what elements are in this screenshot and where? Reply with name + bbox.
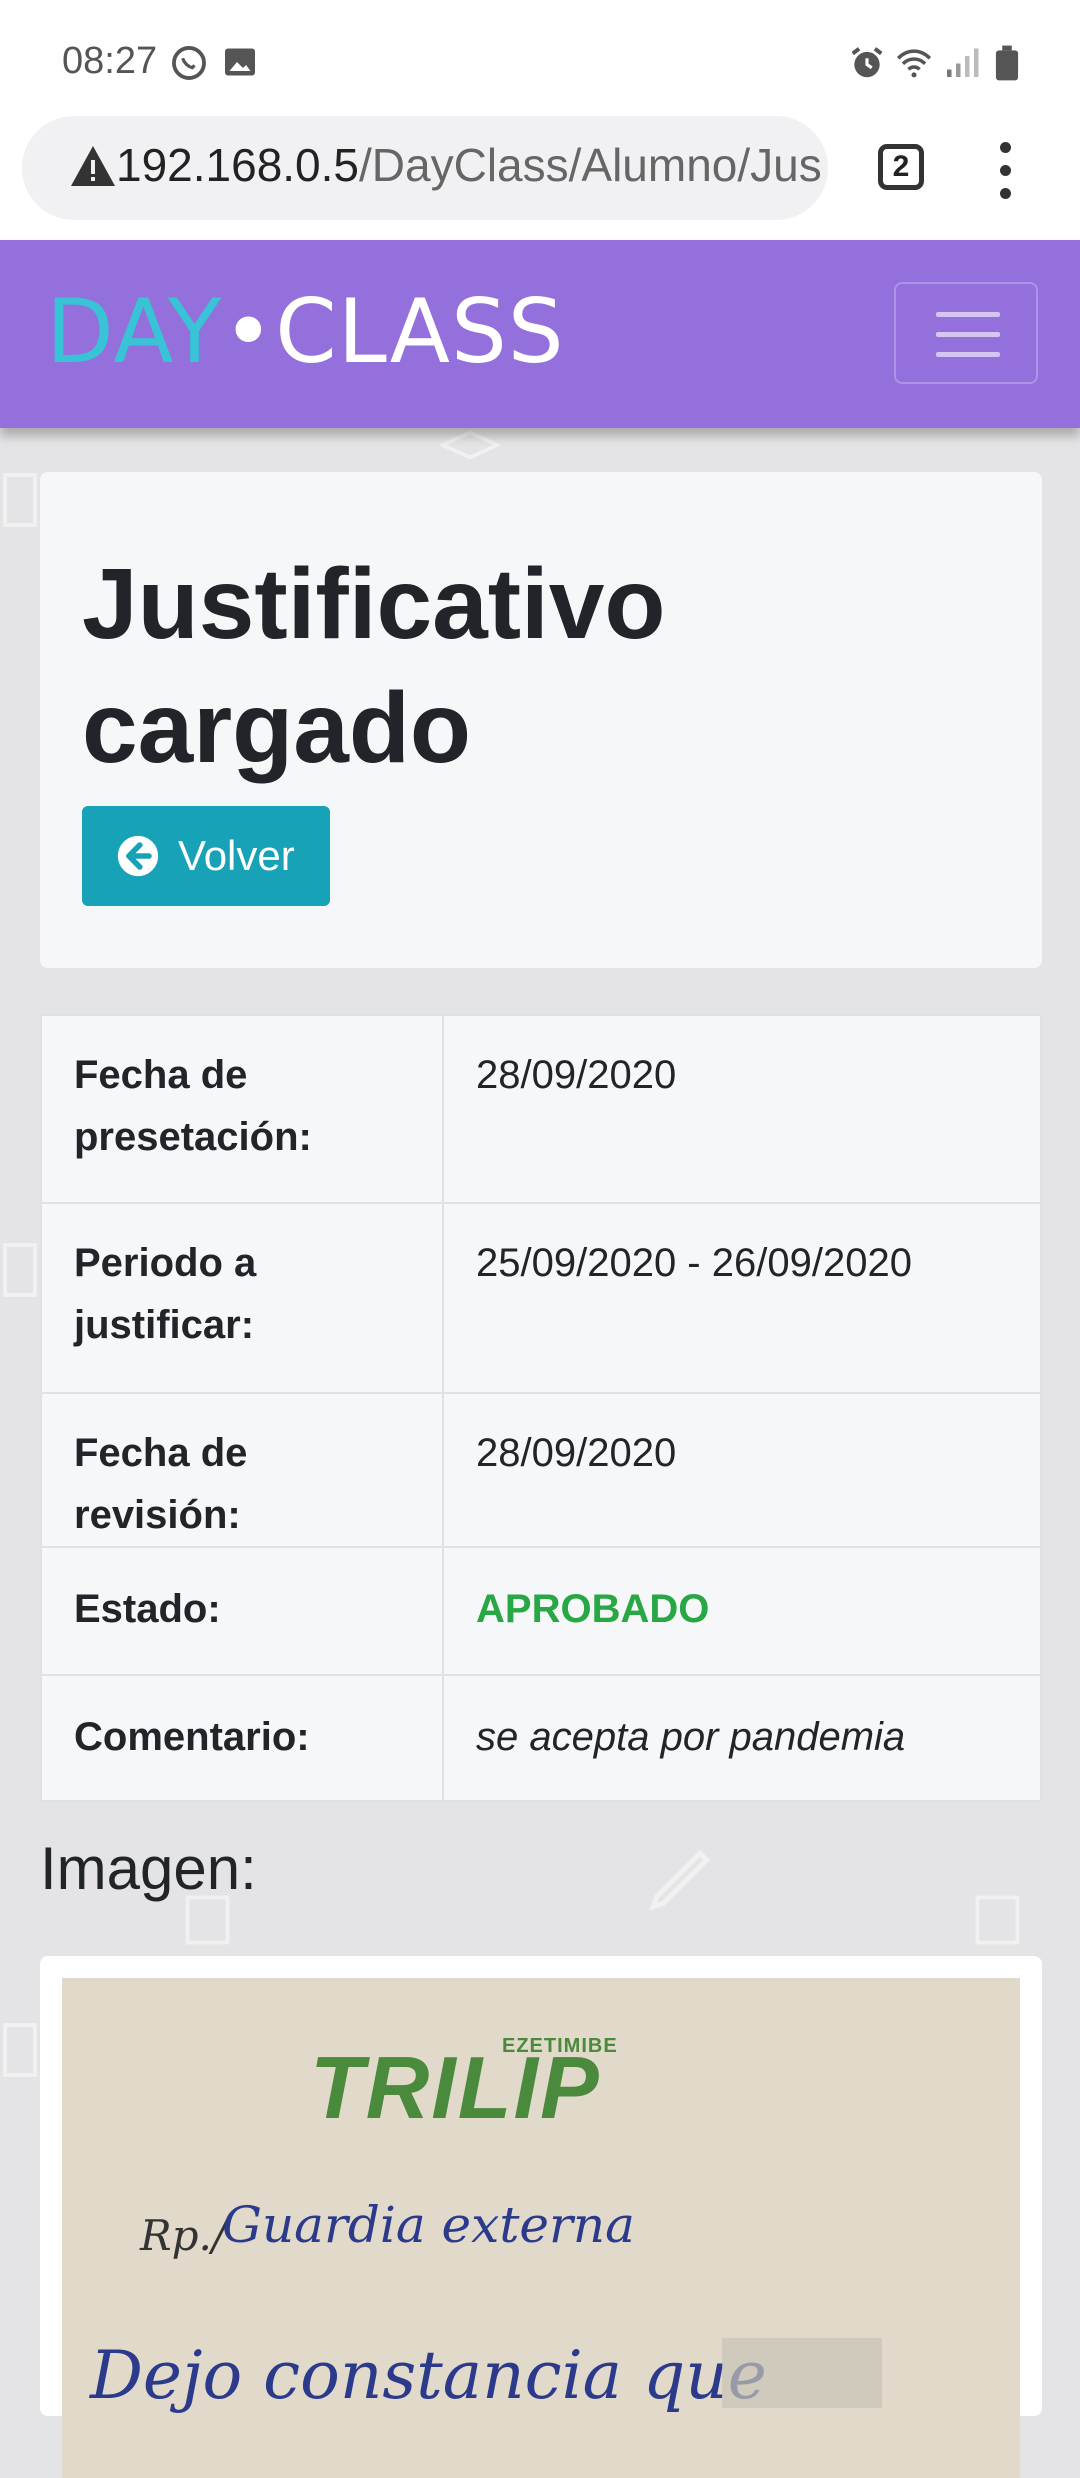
status-time: 08:27	[62, 40, 158, 82]
brand-dot: •	[222, 280, 276, 383]
brand-logo[interactable]: DAY•CLASS	[46, 280, 565, 383]
browser-toolbar: 192.168.0.5/DayClass/Alumno/Jus 2	[0, 116, 1080, 240]
book-icon	[975, 1895, 1020, 1945]
row-value: 25/09/2020 - 26/09/2020	[442, 1202, 1042, 1394]
prescription-image[interactable]: EZETIMIBE TRILIP Rp./ Guardia externa De…	[62, 1978, 1020, 2478]
table-row: Fecha de presetación: 28/09/2020	[40, 1014, 1042, 1204]
row-value: 28/09/2020	[442, 1392, 1042, 1548]
url-host: 192.168.0.5	[116, 139, 360, 191]
address-bar[interactable]: 192.168.0.5/DayClass/Alumno/Jus	[22, 116, 828, 220]
tab-switcher-button[interactable]: 2	[878, 144, 924, 190]
whatsapp-icon	[172, 46, 206, 80]
arrow-left-circle-icon	[117, 835, 159, 877]
hamburger-icon	[936, 312, 1000, 317]
brand-class: CLASS	[275, 280, 565, 383]
row-label: Fecha de revisión:	[40, 1392, 444, 1548]
table-row: Estado: APROBADO	[40, 1546, 1042, 1676]
pencil-icon	[649, 1849, 711, 1911]
header-card: Justificativo cargado Volver	[40, 472, 1042, 968]
book-icon	[3, 2023, 37, 2077]
prescription-scan: EZETIMIBE TRILIP Rp./ Guardia externa De…	[89, 2035, 882, 2414]
back-button[interactable]: Volver	[82, 806, 330, 906]
status-bar: 08:27	[0, 0, 1080, 116]
url-path: /DayClass/Alumno/Jus	[359, 139, 822, 191]
doc-line2: Dejo constancia que	[89, 2337, 767, 2414]
doc-brand: TRILIP	[310, 2038, 601, 2137]
gallery-icon	[225, 48, 255, 76]
back-button-label: Volver	[178, 832, 295, 879]
row-label: Periodo a justificar:	[40, 1202, 444, 1394]
alarm-icon	[851, 47, 883, 78]
table-row: Fecha de revisión: 28/09/2020	[40, 1392, 1042, 1548]
menu-toggle-button[interactable]	[894, 282, 1038, 384]
more-menu-icon[interactable]	[990, 142, 1020, 202]
blurred-name	[722, 2338, 882, 2408]
battery-icon	[995, 45, 1019, 81]
image-heading: Imagen:	[40, 1835, 257, 1902]
url-text[interactable]: 192.168.0.5/DayClass/Alumno/Jus	[116, 138, 822, 192]
doc-rp-prefix: Rp./	[139, 2211, 230, 2260]
doc-line1: Guardia externa	[222, 2196, 635, 2254]
book-icon	[3, 1243, 37, 1297]
row-value: 28/09/2020	[442, 1014, 1042, 1204]
details-table: Fecha de presetación: 28/09/2020 Periodo…	[40, 1014, 1042, 1802]
status-badge: APROBADO	[442, 1546, 1042, 1676]
table-row: Comentario: se acepta por pandemia	[40, 1674, 1042, 1802]
table-row: Periodo a justificar: 25/09/2020 - 26/09…	[40, 1202, 1042, 1394]
navbar: DAY•CLASS	[0, 240, 1080, 428]
signal-icon	[947, 48, 979, 77]
page-title: Justificativo cargado	[82, 548, 666, 784]
wifi-icon	[896, 49, 932, 78]
image-card: EZETIMIBE TRILIP Rp./ Guardia externa De…	[40, 1956, 1042, 2478]
book-icon	[3, 473, 37, 527]
graduation-cap-icon	[440, 430, 500, 460]
row-label: Comentario:	[40, 1674, 444, 1802]
row-value: se acepta por pandemia	[442, 1674, 1042, 1802]
row-label: Fecha de presetación:	[40, 1014, 444, 1204]
row-label: Estado:	[40, 1546, 444, 1676]
warning-icon[interactable]	[68, 144, 118, 188]
brand-day: DAY	[46, 280, 223, 383]
